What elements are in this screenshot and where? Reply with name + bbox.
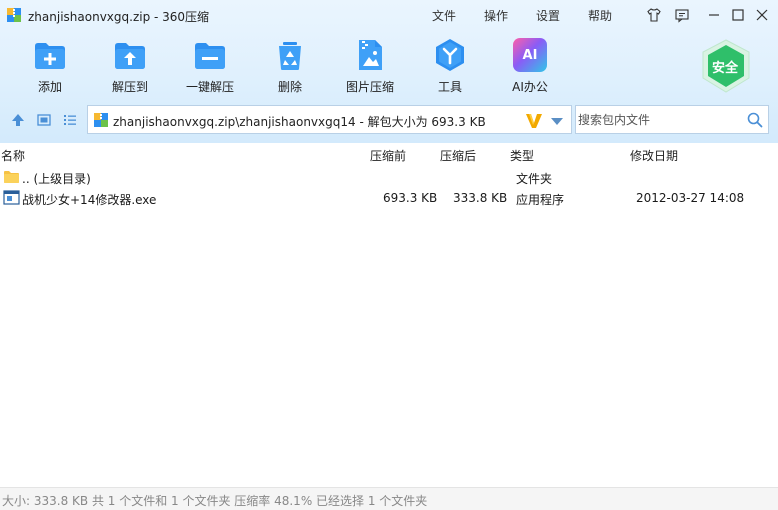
maximize-button[interactable] [729,6,747,24]
menu-settings[interactable]: 设置 [536,7,560,24]
title-bar: zhanjishaonvxgq.zip - 360压缩 文件 操作 设置 帮助 [0,0,778,30]
image-compress-label: 图片压缩 [345,80,394,94]
column-before-size[interactable]: 压缩前 [370,147,406,164]
file-name: .. (上级目录) [22,172,91,186]
status-text: 大小: 333.8 KB 共 1 个文件和 1 个文件夹 压缩率 48.1% 已… [2,494,428,508]
file-type: 应用程序 [516,193,565,207]
tools-button[interactable]: 工具 [410,38,490,94]
archive-path: zhanjishaonvxgq.zip\zhanjishaonvxgq14 - … [113,115,486,129]
close-icon [756,9,768,21]
thumbnail-view-icon [37,114,51,126]
file-name: 战机少女+14修改器.exe [22,193,157,207]
tools-icon [433,38,467,72]
security-badge[interactable]: 安全 [699,38,753,94]
column-after-size[interactable]: 压缩后 [440,147,476,164]
skin-button[interactable] [645,6,663,24]
delete-button[interactable]: 删除 [250,38,330,94]
list-view-icon [64,115,76,125]
minimize-button[interactable] [705,6,723,24]
window-title: zhanjishaonvxgq.zip - 360压缩 [28,10,210,24]
exe-file-icon [3,190,20,205]
extract-to-icon [113,38,147,72]
address-bar[interactable]: zhanjishaonvxgq.zip\zhanjishaonvxgq14 - … [87,105,572,134]
security-label: 安全 [712,61,739,76]
menu-operate[interactable]: 操作 [484,7,508,24]
v-logo-icon[interactable] [524,110,544,130]
ai-glyph: AI [522,47,538,63]
file-type: 文件夹 [516,172,553,186]
one-click-extract-icon [193,38,227,72]
add-archive-icon [33,38,67,72]
table-row[interactable]: 战机少女+14修改器.exe 693.3 KB 333.8 KB 应用程序 20… [0,188,778,208]
arrow-up-icon [12,114,24,126]
add-label: 添加 [37,80,62,94]
maximize-icon [732,9,744,21]
menu-file[interactable]: 文件 [432,7,456,24]
feedback-button[interactable] [673,6,691,24]
list-view-button[interactable] [61,111,79,129]
one-click-extract-label: 一键解压 [185,80,234,94]
zip-app-icon [7,8,21,22]
search-box [575,105,769,134]
ai-office-label: AI办公 [512,80,548,94]
minimize-icon [709,14,719,16]
chevron-down-icon[interactable] [550,116,564,126]
one-click-extract-button[interactable]: 一键解压 [170,38,250,94]
ai-office-button[interactable]: AI AI办公 [490,38,570,94]
folder-icon [4,171,19,183]
column-header-row: 名称 压缩前 压缩后 类型 修改日期 [0,143,778,165]
thumbnail-view-button[interactable] [35,111,53,129]
search-input[interactable] [578,110,738,129]
header-area: zhanjishaonvxgq.zip - 360压缩 文件 操作 设置 帮助 [0,0,778,143]
delete-label: 删除 [277,80,302,94]
ai-office-icon: AI [513,38,547,72]
image-compress-button[interactable]: 图片压缩 [330,38,410,94]
search-icon[interactable] [747,112,763,128]
add-button[interactable]: 添加 [10,38,90,94]
status-bar: 大小: 333.8 KB 共 1 个文件和 1 个文件夹 压缩率 48.1% 已… [0,487,778,510]
table-row[interactable]: .. (上级目录) 文件夹 [0,167,778,187]
image-compress-icon [353,38,387,72]
column-name[interactable]: 名称 [1,147,25,164]
column-modified[interactable]: 修改日期 [630,147,678,164]
file-size-before: 693.3 KB [383,191,438,205]
tools-label: 工具 [437,80,462,94]
file-modified: 2012-03-27 14:08 [636,191,745,205]
file-size-after: 333.8 KB [453,191,508,205]
column-type[interactable]: 类型 [510,147,534,164]
menu-help[interactable]: 帮助 [588,7,612,24]
message-icon [675,9,689,23]
extract-to-label: 解压到 [111,80,148,94]
extract-to-button[interactable]: 解压到 [90,38,170,94]
zip-file-icon [94,113,108,127]
recycle-delete-icon [273,38,307,72]
close-button[interactable] [753,6,771,24]
tshirt-icon [647,8,661,22]
go-up-button[interactable] [9,111,27,129]
